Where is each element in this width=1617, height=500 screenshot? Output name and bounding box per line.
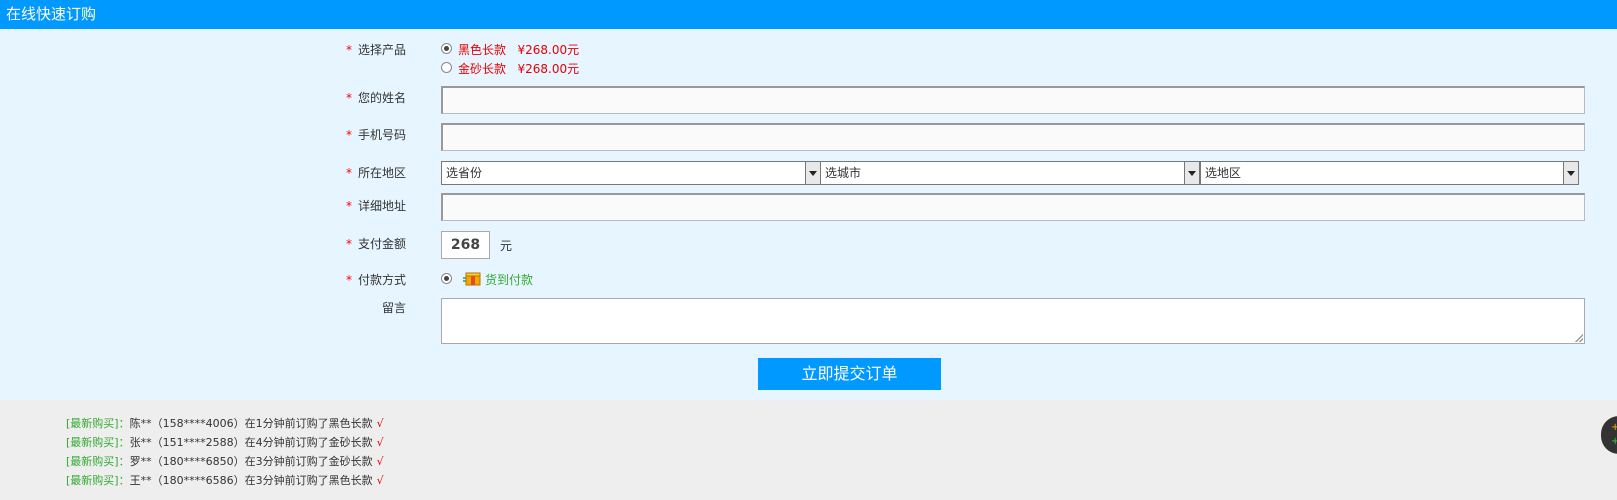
address-input[interactable] xyxy=(441,193,1585,221)
chevron-down-icon[interactable] xyxy=(1563,162,1578,184)
name-label: * 您的姓名 xyxy=(345,91,406,105)
list-item: [最新购买]：王**（180****6586）在3分钟前订购了黑色长款 √ xyxy=(66,474,384,487)
amount-label: * 支付金额 xyxy=(345,237,406,251)
payment-option-cod[interactable]: 货到付款 xyxy=(485,271,533,288)
payment-label: * 付款方式 xyxy=(345,273,406,287)
cod-box-icon xyxy=(463,272,481,286)
amount-unit: 元 xyxy=(500,239,513,253)
product-label: * 选择产品 xyxy=(345,43,406,57)
payment-radio-cod[interactable] xyxy=(441,273,452,284)
recent-orders-list: [最新购买]：陈**（158****4006）在1分钟前订购了黑色长款 √ [最新… xyxy=(66,414,384,490)
message-textarea[interactable] xyxy=(441,298,1585,344)
chevron-down-icon[interactable] xyxy=(805,162,820,184)
name-input[interactable] xyxy=(441,86,1585,114)
city-select[interactable]: 选城市 xyxy=(820,161,1200,185)
message-label: 留言 xyxy=(381,301,406,315)
district-select[interactable]: 选地区 xyxy=(1200,161,1579,185)
resize-grip-icon[interactable] xyxy=(1575,334,1583,342)
phone-input[interactable] xyxy=(441,123,1585,151)
submit-order-button[interactable]: 立即提交订单 xyxy=(758,358,941,390)
page-title: 在线快速订购 xyxy=(0,0,1617,29)
list-item: [最新购买]：罗**（180****6850）在3分钟前订购了金砂长款 √ xyxy=(66,455,384,468)
floating-chat-icon[interactable]: + + xyxy=(1601,416,1617,454)
province-select[interactable]: 选省份 xyxy=(441,161,821,185)
product-option-gold[interactable]: 金砂长款 ¥268.00元 xyxy=(458,60,579,77)
product-radio-black[interactable] xyxy=(441,43,452,54)
product-radio-gold[interactable] xyxy=(441,62,452,73)
product-option-black[interactable]: 黑色长款 ¥268.00元 xyxy=(458,41,579,58)
list-item: [最新购买]：陈**（158****4006）在1分钟前订购了黑色长款 √ xyxy=(66,417,384,430)
region-label: * 所在地区 xyxy=(345,166,406,180)
chevron-down-icon[interactable] xyxy=(1184,162,1199,184)
list-item: [最新购买]：张**（151****2588）在4分钟前订购了金砂长款 √ xyxy=(66,436,384,449)
amount-field: 268 xyxy=(441,231,490,259)
address-label: * 详细地址 xyxy=(345,199,406,213)
phone-label: * 手机号码 xyxy=(345,128,406,142)
